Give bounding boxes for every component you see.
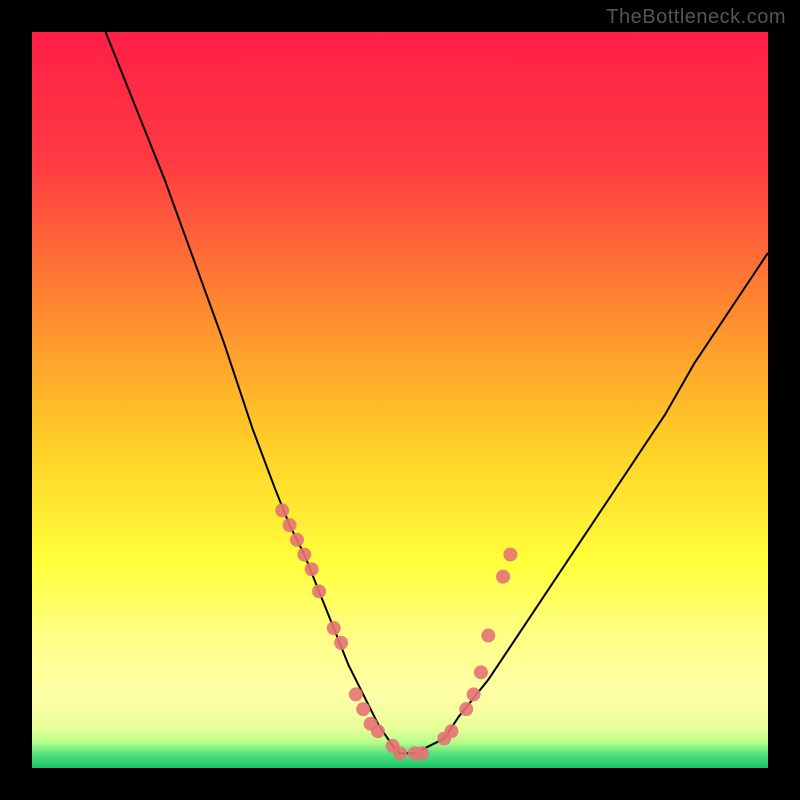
curve-path bbox=[106, 32, 768, 753]
marker-dot bbox=[290, 533, 304, 547]
marker-dot bbox=[305, 562, 319, 576]
marker-dot bbox=[415, 746, 429, 760]
marker-dot bbox=[312, 584, 326, 598]
marker-dot bbox=[327, 621, 341, 635]
marker-dot bbox=[459, 702, 473, 716]
watermark-text: TheBottleneck.com bbox=[606, 6, 786, 29]
marker-dot bbox=[467, 687, 481, 701]
chart-frame: TheBottleneck.com bbox=[0, 0, 800, 800]
marker-dot bbox=[393, 746, 407, 760]
marker-dot bbox=[371, 724, 385, 738]
marker-dot bbox=[275, 503, 289, 517]
marker-dot bbox=[334, 636, 348, 650]
marker-dot bbox=[283, 518, 297, 532]
plot-area bbox=[32, 32, 768, 768]
marker-dot bbox=[474, 665, 488, 679]
marker-dot bbox=[356, 702, 370, 716]
marker-dot bbox=[445, 724, 459, 738]
marker-dot bbox=[496, 570, 510, 584]
marker-dot bbox=[297, 548, 311, 562]
marker-dot bbox=[503, 548, 517, 562]
marker-dot bbox=[481, 629, 495, 643]
chart-svg bbox=[32, 32, 768, 768]
marker-group bbox=[275, 503, 517, 760]
marker-dot bbox=[349, 687, 363, 701]
